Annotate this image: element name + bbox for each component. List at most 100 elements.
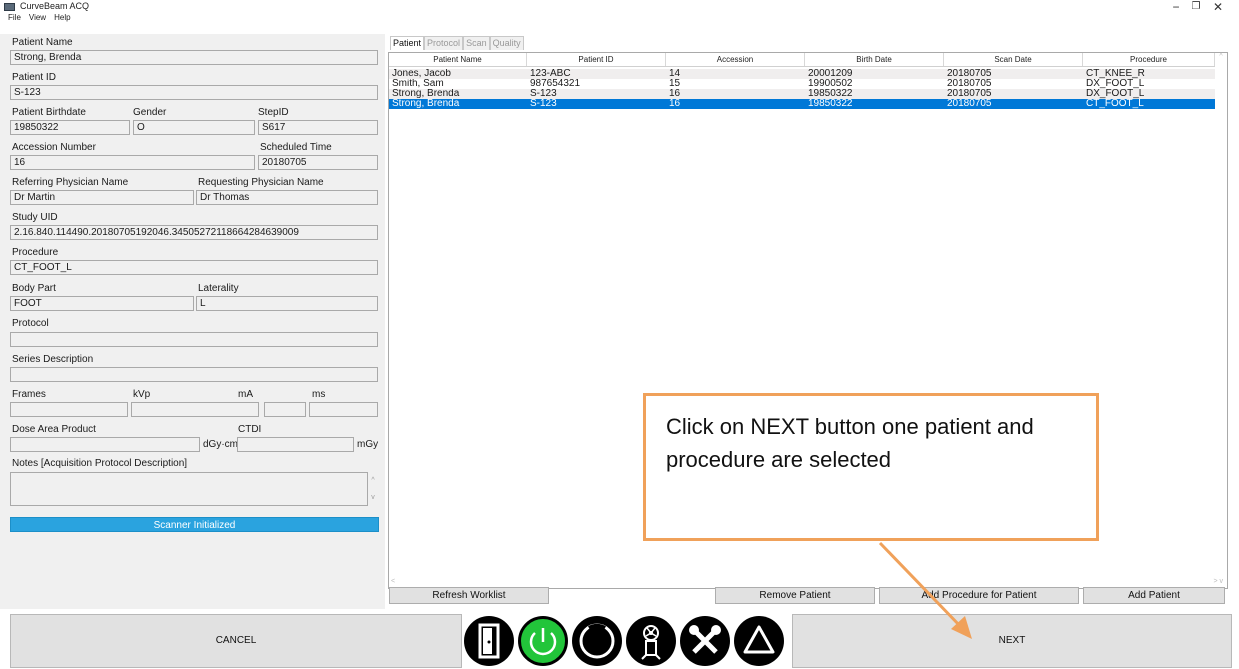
table-vertical-scrollbar[interactable]: ^ [1215, 53, 1227, 588]
callout-text: Click on NEXT button one patient and pro… [666, 414, 1034, 472]
kvp-label: kVp [133, 389, 151, 400]
tab-scan[interactable]: Scan [463, 36, 490, 50]
app-icon [4, 3, 15, 11]
close-button[interactable]: ✕ [1208, 0, 1228, 14]
procedure-label: Procedure [12, 247, 59, 258]
instruction-callout: Click on NEXT button one patient and pro… [643, 393, 1099, 541]
add-procedure-button[interactable]: Add Procedure for Patient [879, 587, 1079, 604]
menu-help[interactable]: Help [54, 13, 70, 26]
kvp-field[interactable] [131, 402, 259, 417]
tab-quality[interactable]: Quality [489, 36, 524, 50]
column-accession[interactable]: Accession [666, 53, 805, 66]
dap-unit: dGy·cm² [203, 439, 242, 450]
cell-birth-date: 19850322 [808, 99, 853, 109]
patient-id-field[interactable]: S-123 [10, 85, 378, 100]
radiation-person-icon[interactable] [626, 616, 676, 666]
cell-birth-date: 19850322 [808, 89, 853, 99]
cell-birth-date: 20001209 [808, 69, 853, 79]
table-row-selected[interactable]: Strong, Brenda S-123 16 19850322 2018070… [389, 99, 1223, 109]
dap-field[interactable] [10, 437, 200, 452]
ma-label: mA [238, 389, 253, 400]
menu-view[interactable]: View [29, 13, 46, 26]
minimize-button[interactable]: − [1166, 0, 1186, 14]
tab-patient[interactable]: Patient [390, 36, 425, 50]
cell-scan-date: 20180705 [947, 69, 992, 79]
laterality-label: Laterality [198, 283, 239, 294]
ctdi-field[interactable] [237, 437, 354, 452]
cell-patient-id: 987654321 [530, 79, 581, 89]
ms-label: ms [312, 389, 326, 400]
cell-patient-name: Strong, Brenda [392, 89, 460, 99]
gender-label: Gender [133, 107, 167, 118]
cell-patient-id: 123-ABC [530, 69, 571, 79]
table-row[interactable]: Smith, Sam 987654321 15 19900502 2018070… [389, 79, 1223, 89]
birthdate-field[interactable]: 19850322 [10, 120, 130, 135]
birthdate-label: Patient Birthdate [12, 107, 86, 118]
tab-protocol[interactable]: Protocol [424, 36, 464, 50]
protocol-label: Protocol [12, 318, 49, 329]
menu-file[interactable]: File [8, 13, 21, 26]
maximize-button[interactable]: ❐ [1186, 0, 1206, 14]
stepid-label: StepID [258, 107, 289, 118]
notes-scrollbar[interactable]: ^ v [368, 472, 378, 506]
ms-field[interactable] [309, 402, 378, 417]
cell-scan-date: 20180705 [947, 89, 992, 99]
column-scan-date[interactable]: Scan Date [944, 53, 1083, 66]
ma-field[interactable] [264, 402, 306, 417]
cell-patient-id: S-123 [530, 99, 557, 109]
scanner-status-bar: Scanner Initialized [10, 517, 379, 532]
cell-accession: 15 [669, 79, 681, 89]
patient-name-field[interactable]: Strong, Brenda [10, 50, 378, 65]
accession-label: Accession Number [12, 142, 96, 153]
requesting-physician-field[interactable]: Dr Thomas [196, 190, 378, 205]
procedure-field[interactable]: CT_FOOT_L [10, 260, 378, 275]
patient-id-label: Patient ID [12, 72, 56, 83]
column-procedure[interactable]: Procedure [1083, 53, 1215, 66]
gender-field[interactable]: O [133, 120, 255, 135]
next-button[interactable]: NEXT [792, 614, 1232, 668]
column-patient-id[interactable]: Patient ID [527, 53, 666, 66]
referring-physician-label: Referring Physician Name [12, 177, 129, 188]
ctdi-unit: mGy [357, 439, 379, 450]
table-header: Patient Name Patient ID Accession Birth … [389, 53, 1215, 67]
scheduled-time-label: Scheduled Time [260, 142, 332, 153]
stepid-field[interactable]: S617 [258, 120, 378, 135]
accession-field[interactable]: 16 [10, 155, 255, 170]
cancel-button[interactable]: CANCEL [10, 614, 462, 668]
notes-field[interactable] [10, 472, 368, 506]
frames-field[interactable] [10, 402, 128, 417]
cell-birth-date: 19900502 [808, 79, 853, 89]
refresh-worklist-button[interactable]: Refresh Worklist [389, 587, 549, 604]
remove-patient-button[interactable]: Remove Patient [715, 587, 875, 604]
cell-procedure: CT_FOOT_L [1086, 99, 1144, 109]
notes-label: Notes [Acquisition Protocol Description] [12, 458, 188, 469]
study-uid-field[interactable]: 2.16.840.114490.20180705192046.345052721… [10, 225, 378, 240]
refresh-ring-icon[interactable] [572, 616, 622, 666]
cell-accession: 16 [669, 89, 681, 99]
laterality-field[interactable]: L [196, 296, 378, 311]
body-part-field[interactable]: FOOT [10, 296, 194, 311]
power-icon[interactable] [518, 616, 568, 666]
table-row[interactable]: Jones, Jacob 123-ABC 14 20001209 2018070… [389, 69, 1223, 79]
cell-scan-date: 20180705 [947, 99, 992, 109]
cell-scan-date: 20180705 [947, 79, 992, 89]
study-uid-label: Study UID [12, 212, 58, 223]
cell-procedure: CT_KNEE_R [1086, 69, 1145, 79]
scheduled-time-field[interactable]: 20180705 [258, 155, 378, 170]
cell-accession: 14 [669, 69, 681, 79]
protocol-field[interactable] [10, 332, 378, 347]
table-row[interactable]: Strong, Brenda S-123 16 19850322 2018070… [389, 89, 1223, 99]
cell-patient-name: Smith, Sam [392, 79, 444, 89]
tab-bar: Patient Protocol Scan Quality [390, 36, 524, 50]
referring-physician-field[interactable]: Dr Martin [10, 190, 194, 205]
series-description-field[interactable] [10, 367, 378, 382]
door-icon[interactable] [464, 616, 514, 666]
tools-icon[interactable] [680, 616, 730, 666]
add-patient-button[interactable]: Add Patient [1083, 587, 1225, 604]
column-birth-date[interactable]: Birth Date [805, 53, 944, 66]
cell-patient-name: Strong, Brenda [392, 99, 460, 109]
column-patient-name[interactable]: Patient Name [389, 53, 527, 66]
warning-icon[interactable] [734, 616, 784, 666]
cell-procedure: DX_FOOT_L [1086, 79, 1145, 89]
dap-label: Dose Area Product [12, 424, 96, 435]
